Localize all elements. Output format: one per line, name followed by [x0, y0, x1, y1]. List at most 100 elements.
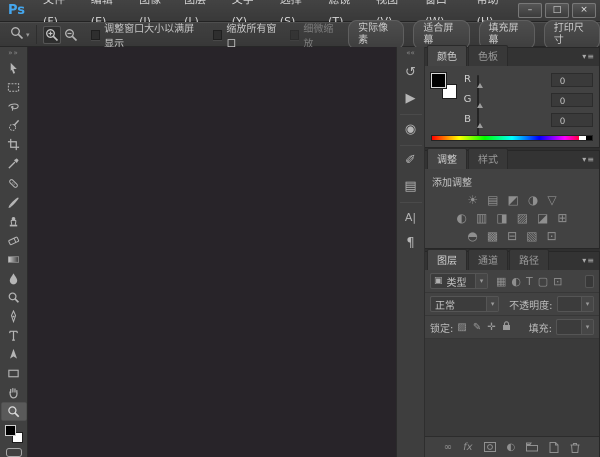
gradient-map-icon[interactable]: ▧ [526, 230, 537, 242]
lock-position-icon[interactable]: ✛ [487, 322, 495, 333]
blur-tool[interactable] [1, 269, 27, 288]
fill-dropdown[interactable]: ▾ [556, 319, 594, 335]
tab-paths[interactable]: 路径 [509, 249, 549, 270]
levels-icon[interactable]: ▤ [487, 194, 498, 206]
blue-value-input[interactable] [551, 113, 593, 127]
slider-thumb[interactable] [477, 83, 483, 88]
actual-pixels-button[interactable]: 实际像素 [348, 20, 404, 50]
zoom-in-button[interactable] [43, 26, 61, 44]
eyedropper-tool[interactable] [1, 154, 27, 173]
red-slider[interactable] [477, 73, 546, 95]
tab-color[interactable]: 颜色 [427, 45, 467, 66]
threshold-icon[interactable]: ⊟ [507, 230, 517, 242]
new-layer-icon[interactable] [549, 442, 559, 453]
new-adjustment-layer-icon[interactable]: ◐ [507, 442, 516, 453]
spot-healing-brush-tool[interactable] [1, 173, 27, 192]
type-tool[interactable] [1, 326, 27, 345]
new-group-icon[interactable] [526, 442, 538, 452]
color-balance-icon[interactable]: ▥ [476, 212, 487, 224]
eraser-tool[interactable] [1, 231, 27, 250]
rectangular-marquee-tool[interactable] [1, 78, 27, 97]
curves-icon[interactable]: ◩ [508, 194, 519, 206]
black-white-icon[interactable]: ◨ [496, 212, 507, 224]
slider-thumb[interactable] [477, 103, 483, 108]
add-layer-mask-icon[interactable] [484, 442, 496, 452]
hue-saturation-icon[interactable]: ◐ [457, 212, 467, 224]
clone-stamp-tool[interactable] [1, 212, 27, 231]
tab-layers[interactable]: 图层 [427, 249, 467, 270]
tab-adjustments[interactable]: 调整 [427, 148, 467, 169]
clone-source-icon[interactable]: ▤ [399, 174, 423, 198]
resize-windows-checkbox[interactable]: 调整窗口大小以满屏显示 [91, 20, 203, 50]
zoom-out-button[interactable] [62, 26, 80, 44]
path-selection-tool[interactable] [1, 345, 27, 364]
brush-panel-icon[interactable]: ✐ [399, 148, 423, 172]
channel-mixer-icon[interactable]: ◪ [537, 212, 548, 224]
white-swatch[interactable] [579, 136, 586, 140]
green-slider[interactable] [477, 93, 546, 115]
character-panel-icon[interactable]: A| [399, 205, 423, 229]
close-button[interactable]: × [572, 3, 596, 18]
minimize-button[interactable]: – [518, 3, 542, 18]
filter-shape-layers-icon[interactable]: ▢ [538, 275, 548, 288]
foreground-color-swatch[interactable] [5, 425, 16, 436]
lock-image-pixels-icon[interactable]: ✎ [473, 322, 481, 333]
opacity-dropdown[interactable]: ▾ [557, 296, 594, 312]
zoom-tool[interactable] [1, 402, 27, 421]
color-spectrum-ramp[interactable] [431, 135, 593, 141]
slider-thumb[interactable] [477, 123, 483, 128]
quick-selection-tool[interactable] [1, 116, 27, 135]
vibrance-icon[interactable]: ▽ [547, 194, 556, 206]
dodge-tool[interactable] [1, 288, 27, 307]
tool-preset-picker[interactable]: ▾ [6, 25, 37, 44]
black-swatch[interactable] [586, 136, 592, 140]
blue-slider[interactable] [477, 113, 546, 135]
panel-menu-icon[interactable]: ▾≡ [582, 256, 595, 265]
maximize-button[interactable]: □ [545, 3, 569, 18]
link-layers-icon[interactable]: ∞ [444, 442, 452, 453]
panel-menu-icon[interactable]: ▾≡ [582, 155, 595, 164]
photo-filter-icon[interactable]: ▨ [517, 212, 528, 224]
layer-filter-toggle[interactable] [585, 275, 594, 288]
tools-panel-collapse-icon[interactable]: »» [8, 49, 19, 57]
posterize-icon[interactable]: ▩ [487, 230, 498, 242]
selective-color-icon[interactable]: ⊡ [547, 230, 557, 242]
exposure-icon[interactable]: ◑ [528, 194, 538, 206]
dock-collapse-icon[interactable]: «« [406, 49, 415, 57]
tab-styles[interactable]: 样式 [468, 148, 508, 169]
foreground-color-swatch[interactable] [431, 73, 446, 88]
layer-style-icon[interactable]: fx [463, 442, 472, 453]
filter-kind-dropdown[interactable]: ▣ 类型 ▾ [430, 273, 488, 289]
actions-icon[interactable]: ▶ [399, 86, 423, 110]
pen-tool[interactable] [1, 307, 27, 326]
filter-smart-objects-icon[interactable]: ⊡ [553, 275, 562, 288]
foreground-background-swatches[interactable] [4, 424, 24, 444]
rectangle-shape-tool[interactable] [1, 364, 27, 383]
canvas-area[interactable] [28, 47, 396, 457]
print-size-button[interactable]: 打印尺寸 [544, 20, 600, 50]
lock-all-icon[interactable] [502, 321, 511, 334]
screen-mode-button[interactable] [6, 448, 22, 457]
blend-mode-dropdown[interactable]: 正常 ▾ [430, 296, 499, 312]
red-value-input[interactable] [551, 73, 593, 87]
brush-tool[interactable] [1, 193, 27, 212]
history-icon[interactable]: ↺ [399, 60, 423, 84]
color-swatches-widget[interactable] [431, 73, 457, 99]
delete-layer-icon[interactable] [570, 442, 580, 453]
panel-menu-icon[interactable]: ▾≡ [582, 52, 595, 61]
crop-tool[interactable] [1, 135, 27, 154]
lasso-tool[interactable] [1, 97, 27, 116]
lock-transparent-pixels-icon[interactable]: ▨ [457, 322, 466, 333]
brightness-contrast-icon[interactable]: ☀ [467, 194, 478, 206]
zoom-all-windows-checkbox[interactable]: 缩放所有窗口 [213, 20, 280, 50]
filter-pixel-layers-icon[interactable]: ▦ [496, 275, 506, 288]
hand-tool[interactable] [1, 383, 27, 402]
green-value-input[interactable] [551, 93, 593, 107]
layer-list[interactable] [425, 339, 599, 437]
invert-icon[interactable]: ◓ [467, 230, 477, 242]
filter-type-layers-icon[interactable]: T [526, 275, 533, 288]
gradient-tool[interactable] [1, 250, 27, 269]
filter-adjustment-layers-icon[interactable]: ◐ [511, 275, 521, 288]
move-tool[interactable] [1, 59, 27, 78]
tab-channels[interactable]: 通道 [468, 249, 508, 270]
